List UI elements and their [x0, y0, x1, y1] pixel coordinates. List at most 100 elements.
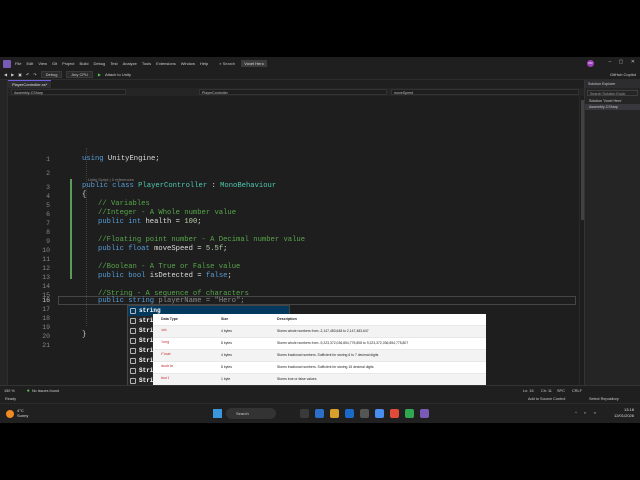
menu-tools[interactable]: Tools	[142, 61, 151, 66]
app-icon[interactable]	[405, 409, 414, 418]
code-line: }	[82, 331, 87, 339]
menu-file[interactable]: File	[15, 61, 21, 66]
line-number: 5	[46, 202, 50, 209]
weather-condition: Sunny	[17, 413, 29, 418]
windows-taskbar: 4°C Sunny Search ^ ◐ ◑ 13:18 12/01/2026	[0, 403, 640, 423]
menu-debug[interactable]: Debug	[93, 61, 105, 66]
attach-button[interactable]: Attach to Unity	[105, 72, 131, 77]
windows-start-icon[interactable]	[213, 409, 222, 418]
menu-help[interactable]: Help	[200, 61, 208, 66]
solution-explorer: Solution Explorer Search Solution Explo …	[584, 80, 640, 385]
code-line: {	[82, 191, 87, 199]
solution-explorer-title: Solution Explorer	[585, 80, 640, 88]
class-icon	[130, 338, 136, 344]
line-number: 16	[42, 297, 50, 304]
member-dropdown[interactable]: moveSpeed	[391, 89, 579, 95]
line-number: 14	[42, 283, 50, 290]
save-icon[interactable]: ▣	[18, 72, 22, 77]
configuration-dropdown[interactable]: Debug	[40, 71, 63, 78]
time: 13:18	[623, 407, 634, 412]
line-ending-indicator[interactable]: CRLF	[572, 389, 582, 393]
copilot-button[interactable]: GitHub Copilot	[610, 72, 636, 77]
table-row: int 4 bytes Stores whole numbers from -2,1…	[153, 324, 486, 338]
taskbar-search[interactable]: Search	[226, 408, 276, 419]
line-number: 13	[42, 274, 50, 281]
visual-studio-icon[interactable]	[420, 409, 429, 418]
table-row: double 8 bytes Stores fractional numbers. …	[153, 360, 486, 374]
app-icon[interactable]	[315, 409, 324, 418]
code-line: //Boolean - A True or False value	[98, 263, 241, 271]
class-icon	[130, 348, 136, 354]
select-repository[interactable]: Select Repository	[589, 397, 619, 401]
tab-player-controller[interactable]: PlayerController.cs*	[8, 80, 52, 88]
avatar[interactable]: KR	[587, 60, 594, 67]
app-icon[interactable]	[375, 409, 384, 418]
column-header: Size	[221, 317, 229, 322]
menu-analyze[interactable]: Analyze	[123, 61, 137, 66]
solution-search-input[interactable]: Search Solution Explo	[587, 90, 638, 96]
editor-status-bar: 150 % ● No issues found Ln: 16 Ch: 11 SP…	[0, 385, 640, 395]
play-icon[interactable]: ▶	[98, 72, 101, 77]
menu-window[interactable]: Window	[181, 61, 195, 66]
whitespace-indicator[interactable]: SPC	[557, 389, 565, 393]
window-controls[interactable]: – ▢ ✕	[609, 59, 638, 65]
keyword-icon	[130, 308, 136, 314]
system-tray[interactable]: ^ ◐ ◑	[575, 410, 599, 415]
line-number: 20	[42, 333, 50, 340]
line-number: 10	[42, 247, 50, 254]
line-number: 19	[42, 324, 50, 331]
file-explorer-icon[interactable]	[330, 409, 339, 418]
code-line: using UnityEngine;	[82, 155, 160, 163]
class-icon	[130, 368, 136, 374]
menu-view[interactable]: View	[38, 61, 47, 66]
code-line: public bool isDetected = false;	[98, 272, 232, 280]
line-number: 2	[46, 170, 50, 177]
add-to-source-control[interactable]: Add to Source Control	[528, 397, 565, 401]
toolbar: ◀ ▶ ▣ ↶ ↷ Debug Any CPU ▶ Attach to Unit…	[0, 70, 640, 80]
project-dropdown[interactable]: Assembly-CSharp	[11, 89, 126, 95]
weather-widget[interactable]: 4°C Sunny	[17, 408, 28, 418]
unity-icon[interactable]	[360, 409, 369, 418]
sun-icon	[6, 410, 14, 418]
menu-test[interactable]: Test	[110, 61, 117, 66]
code-line: //Floating point number - A Decimal numb…	[98, 236, 306, 244]
line-number: 1	[46, 156, 50, 163]
menu-project[interactable]: Project	[62, 61, 74, 66]
redo-icon[interactable]: ↷	[33, 72, 36, 77]
class-dropdown[interactable]: PlayerController	[199, 89, 387, 95]
code-line: public int health = 100;	[98, 218, 202, 226]
search-label: Search	[222, 61, 236, 66]
tree-node-assembly[interactable]: Assembly-CSharp	[585, 104, 640, 110]
line-number: 12	[42, 265, 50, 272]
visual-studio-logo-icon	[3, 59, 11, 68]
line-number: 8	[46, 229, 50, 236]
clock[interactable]: 13:18 12/01/2026	[614, 407, 634, 419]
solution-name: Voxel Hero	[241, 60, 267, 67]
class-icon	[130, 358, 136, 364]
menu-build[interactable]: Build	[80, 61, 89, 66]
back-icon[interactable]: ◀	[4, 72, 7, 77]
menu-extensions[interactable]: Extensions	[156, 61, 176, 66]
navigation-bar: Assembly-CSharp PlayerController moveSpe…	[0, 88, 640, 96]
line-number: 3	[46, 184, 50, 191]
code-line: public string playerName = "Hero";	[98, 297, 245, 305]
task-view-icon[interactable]	[300, 409, 309, 418]
zoom-level[interactable]: 150 %	[4, 389, 15, 393]
code-line: public float moveSpeed = 5.5f;	[98, 245, 228, 253]
tab-bar: PlayerController.cs*	[0, 80, 640, 88]
search-box[interactable]: ⌕ Search	[219, 61, 235, 66]
platform-dropdown[interactable]: Any CPU	[66, 71, 93, 78]
column-header: Description	[277, 317, 297, 322]
forward-icon[interactable]: ▶	[11, 72, 14, 77]
class-icon	[130, 328, 136, 334]
issues-status[interactable]: No issues found	[32, 389, 59, 393]
app-icon[interactable]	[390, 409, 399, 418]
menu-git[interactable]: Git	[52, 61, 57, 66]
steam-icon[interactable]	[345, 409, 354, 418]
menu-edit[interactable]: Edit	[26, 61, 33, 66]
app-status-bar: Ready Add to Source Control Select Repos…	[0, 395, 640, 403]
left-tool-strip	[0, 80, 8, 385]
column-header: Data Type	[161, 317, 178, 322]
undo-icon[interactable]: ↶	[26, 72, 29, 77]
line-number: 21	[42, 342, 50, 349]
